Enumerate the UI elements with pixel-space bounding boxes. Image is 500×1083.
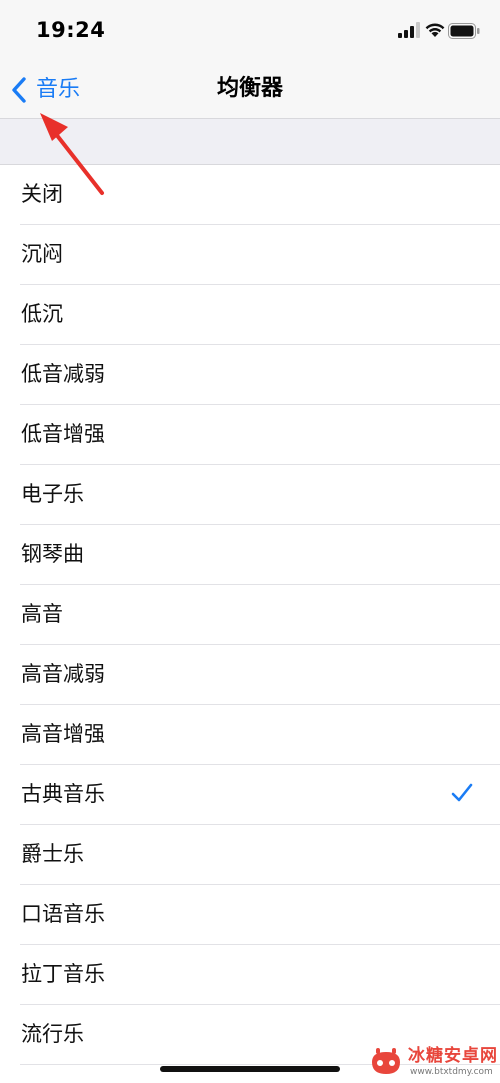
status-bar: 19:24: [0, 0, 500, 62]
equalizer-option-label: 拉丁音乐: [21, 962, 105, 986]
equalizer-option-label: 低音减弱: [21, 362, 105, 386]
equalizer-option-label: 爵士乐: [21, 842, 84, 866]
equalizer-option-label: 低音增强: [21, 422, 105, 446]
cellular-signal-icon: [398, 22, 420, 38]
equalizer-option-row[interactable]: 爵士乐: [20, 825, 500, 885]
equalizer-list: 关闭 沉闷 低沉 低音减弱 低音增强 电子乐 钢琴曲 高音 高音减弱 高音增强 古典音乐 爵士乐 口语音…: [0, 165, 500, 1065]
page-title: 均衡器: [216, 76, 283, 101]
equalizer-option-label: 古典音乐: [21, 782, 105, 806]
watermark-title: 冰糖安卓网: [408, 1046, 498, 1066]
equalizer-option-label: 电子乐: [21, 482, 84, 506]
equalizer-option-label: 高音减弱: [21, 662, 105, 686]
equalizer-option-row[interactable]: 沉闷: [20, 225, 500, 285]
wifi-icon: [425, 23, 445, 37]
annotation-arrow-icon: [40, 113, 104, 195]
home-indicator[interactable]: [160, 1066, 340, 1072]
equalizer-option-row[interactable]: 高音增强: [20, 705, 500, 765]
equalizer-option-label: 钢琴曲: [21, 542, 84, 566]
equalizer-option-row[interactable]: 低音减弱: [20, 345, 500, 405]
equalizer-option-row[interactable]: 钢琴曲: [20, 525, 500, 585]
equalizer-option-row[interactable]: 高音: [20, 585, 500, 645]
equalizer-option-row[interactable]: 高音减弱: [20, 645, 500, 705]
equalizer-option-row[interactable]: 低沉: [20, 285, 500, 345]
equalizer-option-row[interactable]: 古典音乐: [20, 765, 500, 825]
checkmark-icon: [451, 783, 473, 802]
equalizer-option-label: 沉闷: [21, 242, 63, 266]
equalizer-option-label: 口语音乐: [21, 902, 105, 926]
equalizer-option-label: 流行乐: [21, 1022, 84, 1046]
equalizer-option-label: 低沉: [21, 302, 63, 326]
equalizer-option-row[interactable]: 低音增强: [20, 405, 500, 465]
equalizer-option-label: 高音: [21, 602, 63, 626]
equalizer-option-row[interactable]: 电子乐: [20, 465, 500, 525]
status-time: 19:24: [36, 18, 106, 42]
watermark-logo-icon: [372, 1048, 400, 1074]
battery-icon: [448, 23, 480, 39]
watermark-url: www.btxtdmy.com: [410, 1067, 493, 1077]
watermark: 冰糖安卓网 www.btxtdmy.com: [368, 1046, 498, 1080]
equalizer-option-row[interactable]: 拉丁音乐: [20, 945, 500, 1005]
equalizer-option-row[interactable]: 口语音乐: [20, 885, 500, 945]
equalizer-option-label: 高音增强: [21, 722, 105, 746]
